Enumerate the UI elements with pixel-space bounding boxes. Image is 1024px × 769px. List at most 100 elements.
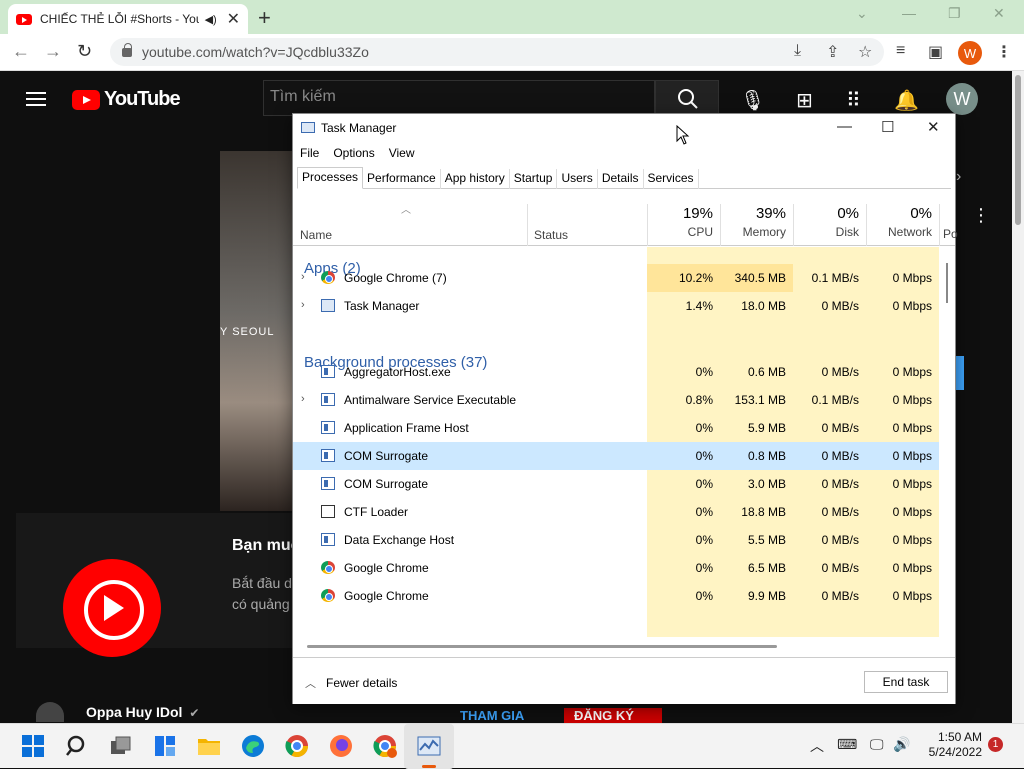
notifications-bell-icon[interactable]: 🔔 — [894, 88, 919, 113]
apps-grid-icon[interactable]: ⠿ — [846, 88, 861, 113]
process-list-scrollbar[interactable] — [939, 247, 955, 637]
close-button[interactable]: ✕ — [927, 118, 940, 136]
more-options-icon[interactable]: ⋮ — [972, 205, 990, 226]
menu-options[interactable]: Options — [326, 146, 381, 160]
video-player[interactable]: Y SEOUL — [220, 151, 295, 511]
chrome-profile-icon[interactable] — [373, 734, 397, 758]
speaker-icon[interactable]: ◀) — [205, 13, 221, 26]
youtube-logo[interactable]: YouTube — [72, 88, 181, 111]
install-app-icon[interactable]: ⤓ — [794, 42, 801, 60]
lock-icon[interactable] — [122, 42, 132, 57]
youtube-account-avatar[interactable]: W — [946, 83, 978, 115]
keyboard-icon[interactable]: ⌨ — [837, 736, 857, 753]
process-row[interactable]: CTF Loader 0% 18.8 MB 0 MB/s 0 Mbps — [293, 498, 939, 526]
tab-search-icon[interactable]: ⌄ — [856, 5, 868, 22]
process-row[interactable]: › Google Chrome (7) 10.2% 340.5 MB 0.1 MB/s 0… — [293, 264, 939, 292]
column-disk[interactable]: 0% Disk — [793, 204, 866, 246]
channel-avatar[interactable] — [36, 702, 64, 722]
process-name: CTF Loader — [344, 505, 409, 519]
tab-app-history[interactable]: App history — [441, 169, 510, 189]
join-button[interactable]: THAM GIA — [450, 708, 550, 724]
menu-view[interactable]: View — [382, 146, 422, 160]
process-row[interactable]: Data Exchange Host 0% 5.5 MB 0 MB/s 0 Mbps — [293, 526, 939, 554]
column-power[interactable]: Po — [939, 204, 958, 246]
channel-name[interactable]: Oppa Huy IDol ✔ — [86, 704, 199, 720]
new-tab-button[interactable]: + — [258, 5, 271, 31]
tab-performance[interactable]: Performance — [363, 169, 441, 189]
show-hidden-icons-icon[interactable]: ︿ — [810, 736, 824, 756]
tab-startup[interactable]: Startup — [510, 169, 558, 189]
expand-chevron-icon[interactable]: › — [301, 299, 305, 311]
network-icon[interactable]: 🖵 — [870, 736, 884, 753]
reload-button[interactable]: ↻ — [77, 41, 92, 62]
bookmark-star-icon[interactable]: ☆ — [858, 42, 872, 62]
process-network: 0 Mbps — [892, 421, 932, 435]
task-manager-icon[interactable] — [417, 734, 441, 758]
subscribe-button[interactable]: ĐĂNG KÝ — [564, 708, 662, 724]
restore-button[interactable]: ❐ — [948, 5, 961, 22]
back-button[interactable]: ← — [12, 41, 30, 62]
process-row[interactable]: Google Chrome 0% 6.5 MB 0 MB/s 0 Mbps — [293, 554, 939, 582]
media-control-icon[interactable]: ≡ — [896, 42, 905, 60]
process-row[interactable]: COM Surrogate 0% 0.8 MB 0 MB/s 0 Mbps — [293, 442, 939, 470]
youtube-search-input[interactable]: Tìm kiếm — [263, 80, 655, 116]
forward-button[interactable]: → — [44, 41, 62, 62]
end-task-button[interactable]: End task — [864, 671, 948, 693]
address-bar[interactable]: youtube.com/watch?v=JQcdblu33Zo — [110, 38, 884, 66]
maximize-button[interactable]: ☐ — [881, 118, 894, 136]
side-panel-icon[interactable]: ▣ — [928, 42, 943, 62]
start-icon[interactable] — [21, 734, 45, 758]
fewer-details-label: Fewer details — [326, 676, 398, 690]
column-memory[interactable]: 39% Memory — [720, 204, 793, 246]
process-row[interactable]: Application Frame Host 0% 5.9 MB 0 MB/s 0 Mb… — [293, 414, 939, 442]
clock[interactable]: 1:50 AM 5/24/2022 — [926, 730, 982, 760]
expand-chevron-icon[interactable]: › — [301, 393, 305, 405]
page-scrollbar[interactable] — [1012, 71, 1024, 723]
notification-badge[interactable]: 1 — [988, 737, 1003, 752]
microphone-icon[interactable]: 🎙 — [740, 88, 765, 113]
process-disk: 0 MB/s — [821, 449, 859, 463]
tab-details[interactable]: Details — [598, 169, 644, 189]
browser-profile-avatar[interactable]: W — [958, 41, 982, 65]
url-text: youtube.com/watch?v=JQcdblu33Zo — [142, 44, 369, 60]
process-row[interactable]: › Task Manager 1.4% 18.0 MB 0 MB/s 0 Mbps — [293, 292, 939, 320]
tab-users[interactable]: Users — [557, 169, 598, 189]
file-explorer-icon[interactable] — [197, 734, 221, 758]
widgets-icon[interactable] — [153, 734, 177, 758]
expand-chevron-icon[interactable]: › — [301, 271, 305, 283]
close-tab-icon[interactable]: ✕ — [227, 9, 240, 29]
edge-icon[interactable] — [241, 734, 265, 758]
column-cpu[interactable]: 19% CPU — [647, 204, 720, 246]
tab-processes[interactable]: Processes — [297, 167, 364, 189]
task-manager-titlebar[interactable]: Task Manager — ☐ ✕ — [293, 114, 955, 142]
process-row[interactable]: Google Chrome 0% 9.9 MB 0 MB/s 0 Mbps — [293, 582, 939, 610]
window-icon — [321, 449, 335, 462]
youtube-search-button[interactable] — [655, 80, 719, 116]
browser-tab[interactable]: CHIẾC THẺ LỖI #Shorts - You ◀) ✕ — [8, 4, 248, 34]
share-icon[interactable]: ⇪ — [826, 42, 839, 62]
minimize-button[interactable]: — — [902, 5, 916, 21]
task-manager-footer: ︿ Fewer details End task — [293, 657, 955, 704]
process-row[interactable]: › Antimalware Service Executable 0.8% 153.1… — [293, 386, 939, 414]
chrome-icon[interactable] — [285, 734, 309, 758]
tab-services[interactable]: Services — [644, 169, 699, 189]
close-window-button[interactable]: ✕ — [993, 5, 1005, 22]
hamburger-menu-icon[interactable] — [26, 92, 46, 106]
create-video-icon[interactable]: ⊞ — [796, 88, 813, 113]
search-icon[interactable] — [65, 734, 89, 758]
minimize-button[interactable]: — — [837, 118, 852, 135]
firefox-icon[interactable] — [329, 734, 353, 758]
horizontal-scrollbar[interactable] — [307, 645, 777, 648]
column-network[interactable]: 0% Network — [866, 204, 939, 246]
volume-icon[interactable]: 🔊 — [893, 736, 910, 753]
column-name[interactable]: Name — [300, 228, 332, 242]
column-status[interactable]: Status — [527, 204, 647, 246]
process-row[interactable]: COM Surrogate 0% 3.0 MB 0 MB/s 0 Mbps — [293, 470, 939, 498]
menu-file[interactable]: File — [293, 146, 326, 160]
chrome-icon — [321, 561, 335, 574]
chrome-menu-icon[interactable]: ⋮ — [996, 42, 1012, 62]
next-arrow-icon[interactable]: › — [956, 168, 961, 186]
task-view-icon[interactable] — [109, 734, 133, 758]
process-row[interactable]: AggregatorHost.exe 0% 0.6 MB 0 MB/s 0 Mbps — [293, 358, 939, 386]
fewer-details-button[interactable]: ︿ Fewer details — [305, 675, 397, 691]
